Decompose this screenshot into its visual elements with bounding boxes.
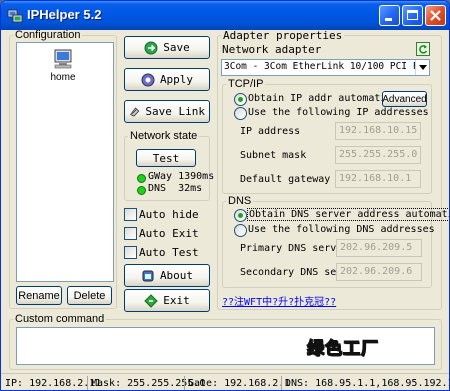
ip-address-label: IP address xyxy=(240,126,301,137)
primary-dns-field[interactable]: 202.96.209.5 xyxy=(336,239,422,257)
custom-command-label: Custom command xyxy=(15,313,105,325)
auto-exit-label: Auto Exit xyxy=(139,227,199,240)
computer-icon xyxy=(54,49,72,69)
obtain-dns-auto-label: Obtain DNS server address automaticall xyxy=(247,208,449,221)
dns-status-indicator xyxy=(137,186,146,195)
save-link-button[interactable]: Save Link xyxy=(124,100,210,123)
apply-button[interactable]: Apply xyxy=(124,68,210,91)
subnet-mask-field[interactable]: 255.255.255.0 xyxy=(335,146,421,164)
status-dns: DNS: 168.95.1.1,168.95.192.1 xyxy=(281,376,449,390)
save-label: Save xyxy=(163,41,190,54)
exit-icon xyxy=(144,293,158,308)
minimize-icon xyxy=(385,18,392,21)
maximize-button[interactable] xyxy=(402,5,423,26)
obtain-dns-auto-radio[interactable] xyxy=(234,209,247,222)
save-link-label: Save Link xyxy=(145,105,205,118)
promo-link[interactable]: ??注WFT中?升?扑克冠?? xyxy=(222,293,336,308)
list-item[interactable]: home xyxy=(41,48,85,88)
refresh-button[interactable] xyxy=(416,42,430,56)
title-bar[interactable]: IPHelper 5.2 xyxy=(1,1,449,30)
obtain-ip-auto-radio[interactable] xyxy=(234,93,247,106)
chevron-down-icon xyxy=(419,65,427,70)
close-button[interactable] xyxy=(425,5,446,26)
window-title: IPHelper 5.2 xyxy=(27,7,102,22)
default-gateway-field[interactable]: 192.168.10.1 xyxy=(335,170,421,188)
default-gateway-label: Default gateway xyxy=(240,174,331,185)
rename-button[interactable]: Rename xyxy=(16,286,62,305)
gateway-latency: GWay 1390ms xyxy=(148,171,215,182)
auto-hide-label: Auto hide xyxy=(139,208,199,221)
minimize-button[interactable] xyxy=(379,5,400,26)
about-label: About xyxy=(159,269,194,282)
ip-address-field[interactable]: 192.168.10.15 xyxy=(335,122,421,140)
primary-dns-label: Primary DNS server xyxy=(240,243,349,254)
apply-icon xyxy=(141,73,155,86)
about-icon xyxy=(142,270,154,281)
use-following-dns-radio[interactable] xyxy=(234,224,247,237)
auto-test-label: Auto Test xyxy=(139,246,199,259)
configuration-label: Configuration xyxy=(15,29,81,41)
gateway-status-indicator xyxy=(137,174,146,183)
test-button[interactable]: Test xyxy=(136,149,196,167)
watermark-text: 绿色工厂 xyxy=(306,338,379,359)
watermark-logo: 绿色工厂 xyxy=(306,334,402,360)
dns-latency: DNS 32ms xyxy=(148,183,203,194)
auto-hide-checkbox[interactable] xyxy=(124,208,137,221)
status-gate: Gate: 192.168.2.1 xyxy=(184,376,290,390)
use-following-dns-label: Use the following DNS addresses xyxy=(248,224,435,235)
adapter-dropdown-toggle[interactable] xyxy=(415,60,429,75)
tcpip-label: TCP/IP xyxy=(228,78,264,90)
advanced-button[interactable]: Advanced xyxy=(382,91,427,107)
maximize-icon xyxy=(407,10,418,20)
network-adapter-value: 3Com - 3Com EtherLink 10/100 PCI For Com xyxy=(224,61,430,72)
refresh-icon xyxy=(419,45,428,54)
save-button[interactable]: Save xyxy=(124,36,210,59)
secondary-dns-field[interactable]: 202.96.209.6 xyxy=(336,263,422,281)
network-state-label: Network state xyxy=(130,130,198,142)
save-link-icon xyxy=(130,106,140,117)
save-icon xyxy=(144,41,158,54)
auto-exit-checkbox[interactable] xyxy=(124,227,137,240)
status-ip: IP: 192.168.2.11 xyxy=(5,378,102,389)
status-mask: Mask: 255.255.255.0 xyxy=(87,376,205,390)
network-adapter-label: Network adapter xyxy=(222,43,322,56)
list-item-label: home xyxy=(50,72,76,83)
delete-button[interactable]: Delete xyxy=(67,286,112,305)
exit-label: Exit xyxy=(163,294,190,307)
use-following-ip-radio[interactable] xyxy=(234,107,247,120)
status-bar: IP: 192.168.2.11 Mask: 255.255.255.0 Gat… xyxy=(1,373,449,390)
auto-test-checkbox[interactable] xyxy=(124,246,137,259)
close-icon xyxy=(430,10,441,21)
dns-label: DNS xyxy=(228,195,252,207)
configuration-list[interactable]: home xyxy=(16,42,114,282)
adapter-properties-label: Adapter properties xyxy=(223,29,343,42)
exit-button[interactable]: Exit xyxy=(124,289,210,312)
use-following-ip-label: Use the following IP addresses xyxy=(248,107,429,118)
network-adapter-select[interactable]: 3Com - 3Com EtherLink 10/100 PCI For Com xyxy=(221,59,430,76)
apply-label: Apply xyxy=(159,73,194,86)
app-network-icon xyxy=(7,9,23,23)
about-button[interactable]: About xyxy=(124,264,210,287)
app-window: IPHelper 5.2 Configuration home Rename D… xyxy=(0,0,450,391)
subnet-mask-label: Subnet mask xyxy=(240,150,307,161)
